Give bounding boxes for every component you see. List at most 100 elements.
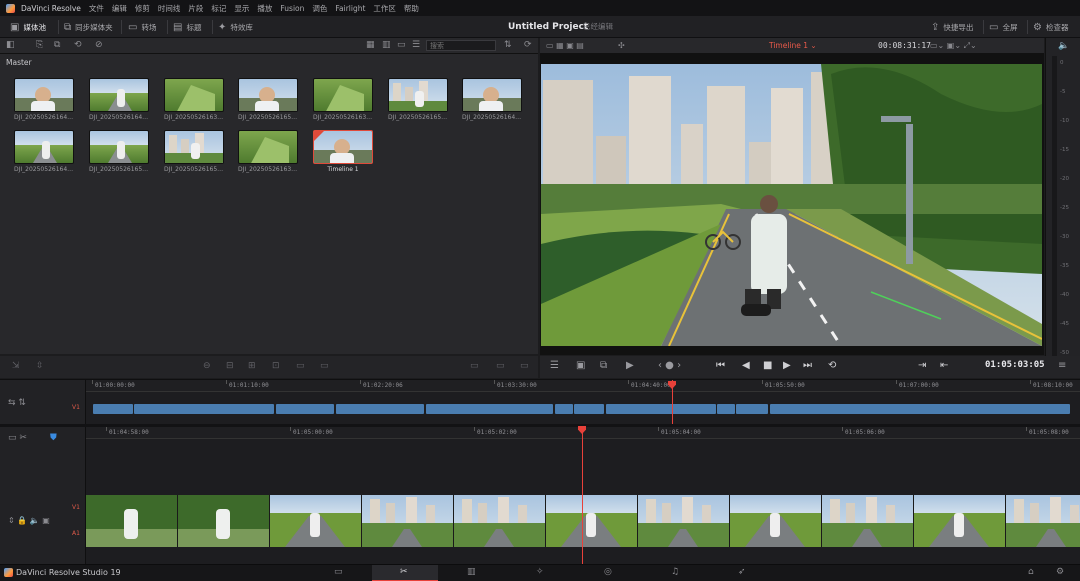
menu-help[interactable]: 帮助 bbox=[404, 3, 419, 14]
link-icon[interactable]: ⟲ bbox=[74, 40, 82, 50]
media-clip[interactable]: DJI_202505261651... bbox=[238, 78, 298, 121]
join-clip-icon[interactable]: ▭ bbox=[496, 361, 505, 371]
media-clip[interactable]: DJI_202505261634... bbox=[164, 78, 224, 121]
menu-color[interactable]: 调色 bbox=[312, 3, 327, 14]
safe-area-icon[interactable]: ▣ bbox=[576, 360, 585, 371]
source-overwrite-icon[interactable]: ▭ bbox=[320, 361, 329, 371]
tools-menu-icon[interactable]: ☰ bbox=[550, 360, 559, 371]
timeline-clip-segment[interactable] bbox=[336, 404, 424, 414]
media-page-icon[interactable]: ▭ bbox=[334, 567, 343, 577]
refresh-icon[interactable]: ⟳ bbox=[524, 40, 532, 50]
overwrite-clip-icon[interactable]: ⇳ bbox=[36, 361, 44, 371]
menu-trim[interactable]: 修剪 bbox=[135, 3, 150, 14]
track-controls-icon[interactable]: ⇕ 🔒 🔈 ▣ bbox=[8, 516, 50, 525]
video-frame[interactable] bbox=[541, 64, 1042, 346]
deliver-page-icon[interactable]: ➶ bbox=[738, 567, 746, 577]
speaker-icon[interactable]: 🔈 bbox=[1058, 41, 1069, 51]
go-to-start-icon[interactable]: ⏮ bbox=[716, 360, 725, 371]
viewer-tools-icon[interactable]: ✣ bbox=[618, 41, 625, 50]
viewer-options-icon[interactable]: ▭⌄ ▣⌄ ⤢⌄ bbox=[930, 41, 977, 51]
settings-icon[interactable]: ⚙ bbox=[1056, 567, 1064, 577]
go-to-end-icon[interactable]: ⏭ bbox=[803, 360, 812, 371]
cut-page-icon[interactable]: ✂ bbox=[400, 567, 408, 577]
menu-playback[interactable]: 播放 bbox=[257, 3, 272, 14]
track-tools-icon[interactable]: ⇆ ⇅ bbox=[8, 398, 26, 408]
video-clip-filmstrip[interactable] bbox=[86, 495, 1080, 547]
viewer-mode-icon[interactable]: ▭ ▦ ▣ ▤ bbox=[546, 41, 584, 50]
filmstrip-view-icon[interactable]: ▭ bbox=[397, 40, 406, 50]
split-clip-icon[interactable]: ▭ bbox=[470, 361, 479, 371]
timeline-clip-thumbnail[interactable]: Timeline 1 bbox=[313, 130, 373, 173]
timeline-clip-segment[interactable] bbox=[717, 404, 735, 414]
titles-button[interactable]: ▤ 标题 bbox=[173, 16, 201, 38]
menu-workspace[interactable]: 工作区 bbox=[373, 3, 396, 14]
insert-clip-icon[interactable]: ⇲ bbox=[12, 361, 20, 371]
media-clip[interactable]: DJI_202505261645... bbox=[89, 78, 149, 121]
import-folder-icon[interactable]: ⧉ bbox=[54, 40, 60, 50]
timeline-clip-segment[interactable] bbox=[134, 404, 274, 414]
menu-fairlight[interactable]: Fairlight bbox=[335, 4, 365, 13]
list-view-icon[interactable]: ☰ bbox=[412, 40, 420, 50]
close-up-icon[interactable]: ⊡ bbox=[272, 361, 280, 371]
menu-clip[interactable]: 片段 bbox=[188, 3, 203, 14]
media-pool-button[interactable]: ▣ 媒体池 bbox=[10, 16, 46, 38]
upper-timeline-ruler[interactable]: 01:00:00:00 01:01:10:00 01:02:20:06 01:03:3… bbox=[86, 380, 1080, 392]
timeline-clip-segment[interactable] bbox=[276, 404, 334, 414]
timeline-clip-segment[interactable] bbox=[426, 404, 553, 414]
timeline-clip-segment[interactable] bbox=[93, 404, 133, 414]
menu-fusion[interactable]: Fusion bbox=[280, 4, 304, 13]
color-page-icon[interactable]: ◎ bbox=[604, 567, 612, 577]
thumbnail-view-icon[interactable]: ▦ bbox=[366, 40, 375, 50]
snapping-icon[interactable]: ▭ ✂ bbox=[8, 433, 27, 443]
timeline-clip-segment[interactable] bbox=[770, 404, 1070, 414]
ripple-overwrite-icon[interactable]: ⊞ bbox=[248, 361, 256, 371]
place-on-top-icon[interactable]: ▭ bbox=[296, 361, 305, 371]
fullscreen-button[interactable]: ▭ 全屏 bbox=[989, 16, 1017, 38]
timeline-clip-segment[interactable] bbox=[574, 404, 604, 414]
media-clip[interactable]: DJI_202505261653... bbox=[89, 130, 149, 173]
timeline-clip-segment[interactable] bbox=[736, 404, 768, 414]
media-clip[interactable]: DJI_202505261637... bbox=[238, 130, 298, 173]
timeline-clip-segment[interactable] bbox=[606, 404, 716, 414]
grid-view-icon[interactable]: ▥ bbox=[382, 40, 391, 50]
fusion-page-icon[interactable]: ✧ bbox=[536, 567, 544, 577]
quick-export-button[interactable]: ⇪ 快捷导出 bbox=[931, 16, 973, 38]
sync-bin-button[interactable]: ⧉ 同步媒体夹 bbox=[64, 16, 113, 38]
append-icon[interactable]: ⊟ bbox=[226, 361, 234, 371]
menu-timeline[interactable]: 时间线 bbox=[158, 3, 181, 14]
media-clip[interactable]: DJI_202505261635... bbox=[313, 78, 373, 121]
media-clip[interactable]: DJI_202505261646... bbox=[462, 78, 522, 121]
track-lock-icon[interactable]: ⛊ bbox=[50, 433, 57, 443]
next-edit-icon[interactable]: ⇥ bbox=[918, 360, 926, 371]
transitions-button[interactable]: ▭ 转场 bbox=[128, 16, 156, 38]
unlink-icon[interactable]: ⊘ bbox=[95, 40, 103, 50]
media-clip[interactable]: DJI_202505261644... bbox=[14, 78, 74, 121]
sort-icon[interactable]: ⇅ bbox=[504, 40, 512, 50]
lower-playhead[interactable] bbox=[582, 427, 583, 565]
menu-edit[interactable]: 编辑 bbox=[112, 3, 127, 14]
edit-page-icon[interactable]: ▥ bbox=[467, 567, 476, 577]
viewer-menu-icon[interactable]: ≡ bbox=[1058, 360, 1066, 371]
inspector-button[interactable]: ⚙ 检查器 bbox=[1033, 16, 1068, 38]
timeline-clip-segment[interactable] bbox=[555, 404, 573, 414]
stop-icon[interactable]: ■ bbox=[763, 360, 772, 371]
smart-insert-icon[interactable]: ⊖ bbox=[203, 361, 211, 371]
effects-button[interactable]: ✦ 特效库 bbox=[218, 16, 253, 38]
play-reverse-icon[interactable]: ◀ bbox=[742, 360, 750, 371]
menu-mark[interactable]: 标记 bbox=[211, 3, 226, 14]
output-icon[interactable]: ▶︎ bbox=[626, 360, 634, 371]
home-icon[interactable]: ⌂ bbox=[1028, 567, 1034, 577]
media-clip[interactable]: DJI_202505261653... bbox=[388, 78, 448, 121]
import-media-icon[interactable]: ⎘ bbox=[36, 40, 43, 50]
menu-view[interactable]: 显示 bbox=[234, 3, 249, 14]
jog-wheel-icon[interactable]: ‹ ● › bbox=[658, 360, 681, 371]
media-clip[interactable]: DJI_202505261653... bbox=[164, 130, 224, 173]
media-search-input[interactable] bbox=[426, 40, 496, 51]
audio-track-icon[interactable]: ⧉ bbox=[600, 360, 607, 371]
loop-icon[interactable]: ⟲ bbox=[828, 360, 836, 371]
prev-edit-icon[interactable]: ⇤ bbox=[940, 360, 948, 371]
fairlight-page-icon[interactable]: ♫ bbox=[671, 567, 679, 577]
media-clip[interactable]: DJI_202505261642... bbox=[14, 130, 74, 173]
play-icon[interactable]: ▶ bbox=[783, 360, 791, 371]
timeline-selector[interactable]: Timeline 1 ⌄ bbox=[769, 41, 817, 50]
